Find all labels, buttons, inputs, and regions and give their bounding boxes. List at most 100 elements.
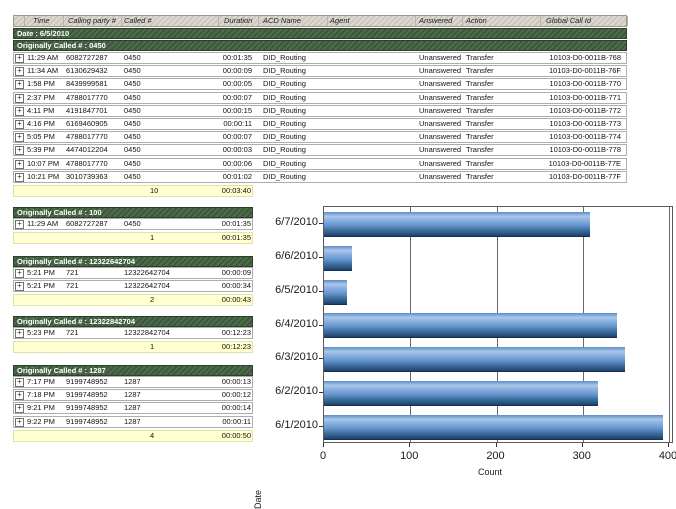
cell-called: 1287 (122, 390, 219, 400)
expander-cell: + (14, 172, 25, 182)
cell-called: 1287 (122, 417, 219, 427)
cell-answered: Unanswered (416, 79, 463, 89)
expand-icon[interactable]: + (15, 220, 24, 229)
cell-duration: 00:00:09 (219, 268, 254, 278)
expander-cell: + (14, 417, 25, 427)
x-tick-label: 400 (648, 450, 676, 462)
cell-called: 0450 (122, 93, 219, 103)
spacer (25, 295, 64, 305)
y-tick-label: 6/1/2010 (250, 419, 318, 431)
y-axis-tick (319, 392, 323, 393)
table-row: +2:37 PM4788017770045000:00:07DID_Routin… (13, 92, 627, 104)
group-band: Originally Called # : 100 (13, 207, 253, 218)
expand-icon[interactable]: + (15, 378, 24, 387)
column-header-expander (14, 16, 25, 26)
summary-total-duration: 00:12:23 (219, 342, 254, 352)
cell-answered: Unanswered (416, 132, 463, 142)
expand-icon[interactable]: + (15, 120, 24, 129)
cell-acd: DID_Routing (259, 172, 328, 182)
group-table: Originally Called # : 1287+7:17 PM919974… (13, 365, 253, 442)
cell-global: 10103-D0-0011B-76F (541, 66, 628, 76)
expand-icon[interactable]: + (15, 54, 24, 63)
expand-icon[interactable]: + (15, 67, 24, 76)
expand-icon[interactable]: + (15, 94, 24, 103)
cell-answered: Unanswered (416, 53, 463, 63)
cell-calling: 6130629432 (64, 66, 122, 76)
cell-global: 10103-D0-0011B-768 (541, 53, 628, 63)
expand-icon[interactable]: + (15, 329, 24, 338)
spacer (14, 342, 25, 352)
summary-count: 1 (122, 233, 219, 243)
cell-called: 0450 (122, 145, 219, 155)
expand-icon[interactable]: + (15, 146, 24, 155)
cell-answered: Unanswered (416, 106, 463, 116)
cell-duration: 00:00:15 (219, 106, 259, 116)
chart-x-axis-title: Count (478, 467, 502, 477)
group-band: Originally Called # : 12322842704 (13, 316, 253, 327)
expand-icon[interactable]: + (15, 160, 24, 169)
cell-duration: 00:00:07 (219, 93, 259, 103)
cell-answered: Unanswered (416, 66, 463, 76)
group-table: Originally Called # : 12322642704+5:21 P… (13, 256, 253, 306)
expand-icon[interactable]: + (15, 282, 24, 291)
x-axis-tick (409, 443, 410, 447)
table-row: +10:07 PM4788017770045000:00:06DID_Routi… (13, 158, 627, 170)
cell-agent (328, 172, 416, 182)
cell-calling: 8439999581 (64, 79, 122, 89)
cell-acd: DID_Routing (259, 66, 328, 76)
cell-called: 0450 (122, 159, 219, 169)
chart-bar-6/1/2010 (324, 415, 663, 440)
summary-count: 1 (122, 342, 219, 352)
x-axis-tick (323, 443, 324, 447)
expand-icon[interactable]: + (15, 418, 24, 427)
summary-total-duration: 00:01:35 (219, 233, 254, 243)
group-table: Originally Called # : 12322842704+5:23 P… (13, 316, 253, 353)
cell-global: 10103-D0-0011B-778 (541, 145, 628, 155)
cell-called: 0450 (122, 66, 219, 76)
expand-icon[interactable]: + (15, 80, 24, 89)
expander-cell: + (14, 93, 25, 103)
table-row: +9:22 PM9199748952128700:00:11 (13, 416, 253, 428)
cell-called: 0450 (122, 132, 219, 142)
expand-icon[interactable]: + (15, 133, 24, 142)
cell-called: 1287 (122, 403, 219, 413)
cell-global: 10103-D0-0011B-77F (541, 172, 628, 182)
cell-calling: 9199748952 (64, 403, 122, 413)
cell-acd: DID_Routing (259, 145, 328, 155)
cell-action: Transfer (463, 159, 541, 169)
table-row: +5:23 PM7211232284270400:12:23 (13, 327, 253, 339)
expand-icon[interactable]: + (15, 107, 24, 116)
x-axis-tick (668, 443, 669, 447)
cell-called: 12322642704 (122, 268, 219, 278)
expand-icon[interactable]: + (15, 391, 24, 400)
summary-total-duration: 00:03:40 (219, 186, 254, 196)
summary-count: 10 (122, 186, 219, 196)
expander-cell: + (14, 106, 25, 116)
spacer (14, 295, 25, 305)
cell-time: 5:39 PM (25, 145, 64, 155)
cell-time: 11:34 AM (25, 66, 64, 76)
cell-calling: 3010739363 (64, 172, 122, 182)
cell-time: 9:21 PM (25, 403, 64, 413)
group-table: Originally Called # : 100+11:29 AM608272… (13, 207, 253, 244)
table-row: +1:58 PM8439999581045000:00:05DID_Routin… (13, 78, 627, 90)
cell-duration: 00:00:07 (219, 132, 259, 142)
cell-time: 5:23 PM (25, 328, 64, 338)
cell-calling: 6082727287 (64, 53, 122, 63)
cell-calling: 4191847701 (64, 106, 122, 116)
cell-global: 10103-D0-0011B-774 (541, 132, 628, 142)
cell-calling: 6082727287 (64, 219, 122, 229)
cell-called: 0450 (122, 53, 219, 63)
cell-called: 0450 (122, 172, 219, 182)
column-header-acd: ACD Name (259, 16, 328, 26)
expand-icon[interactable]: + (15, 173, 24, 182)
cell-time: 5:21 PM (25, 281, 64, 291)
expand-icon[interactable]: + (15, 404, 24, 413)
expand-icon[interactable]: + (15, 269, 24, 278)
column-header-time: Time (25, 16, 64, 26)
expander-cell: + (14, 281, 25, 291)
cell-action: Transfer (463, 106, 541, 116)
cell-action: Transfer (463, 172, 541, 182)
y-tick-label: 6/5/2010 (250, 284, 318, 296)
summary-count: 4 (122, 431, 219, 441)
